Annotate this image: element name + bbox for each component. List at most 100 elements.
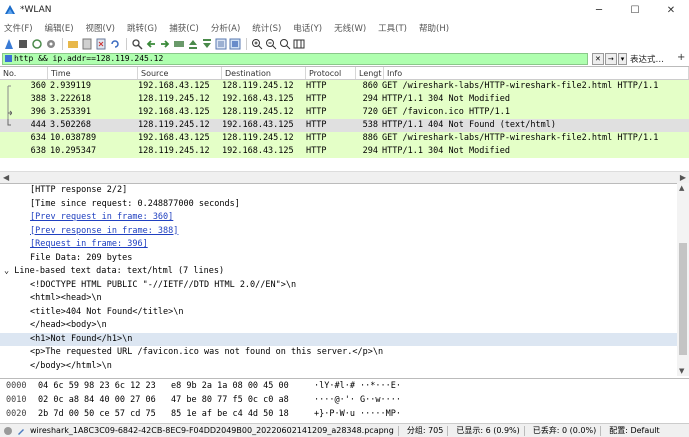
request-in-frame-link[interactable]: [Request in frame: 396] <box>30 239 148 249</box>
go-back-icon[interactable] <box>145 38 157 50</box>
last-packet-icon[interactable] <box>201 38 213 50</box>
packet-destination: 128.119.245.12 <box>222 81 294 91</box>
resize-columns-icon[interactable] <box>293 38 305 50</box>
expressions-button[interactable]: 表达式… <box>630 53 664 65</box>
detail-line[interactable]: [HTTP response 2/2] <box>0 184 689 198</box>
zoom-in-icon[interactable] <box>251 38 263 50</box>
prev-request-link[interactable]: [Prev request in frame: 360] <box>30 212 173 222</box>
close-button[interactable]: ✕ <box>653 0 689 20</box>
packet-length: 886 <box>362 133 378 143</box>
column-header-length[interactable]: Lengt <box>356 67 384 79</box>
bytes-row[interactable]: 0020 2b 7d 00 50 ce 57 cd 75 85 1e af be… <box>0 408 689 421</box>
bookmark-icon[interactable] <box>5 55 12 62</box>
packet-row[interactable]: 388 3.222618 128.119.245.12 192.168.43.1… <box>0 93 689 106</box>
column-header-time[interactable]: Time <box>48 67 138 79</box>
detail-link-line[interactable]: [Prev response in frame: 388] <box>0 225 689 239</box>
detail-line[interactable]: <title>404 Not Found</title>\n <box>0 306 689 320</box>
packet-row[interactable]: 396 3.253391 192.168.43.125 128.119.245.… <box>0 106 689 119</box>
menu-view[interactable]: 视图(V) <box>86 22 115 34</box>
detail-line[interactable]: </head><body>\n <box>0 319 689 333</box>
bytes-row[interactable]: 0010 02 0c a8 84 40 00 27 06 47 be 80 77… <box>0 394 689 407</box>
packet-row[interactable]: 634 10.038789 192.168.43.125 128.119.245… <box>0 132 689 145</box>
chevron-down-icon[interactable]: ⌄ <box>4 266 14 276</box>
detail-tree-node[interactable]: ⌄ Line-based text data: text/html (7 lin… <box>0 265 689 279</box>
stop-capture-icon[interactable] <box>17 38 29 50</box>
minimize-button[interactable]: ─ <box>581 0 617 20</box>
capture-options-icon[interactable] <box>45 38 57 50</box>
menu-capture[interactable]: 捕获(C) <box>169 22 199 34</box>
scroll-down-arrow-icon[interactable]: ▼ <box>679 367 684 375</box>
dropped-count: 已丢弃: 0 (0.0%) <box>532 426 597 435</box>
detail-line[interactable]: File Data: 209 bytes <box>0 252 689 266</box>
column-header-no[interactable]: No. <box>0 67 48 79</box>
packet-row[interactable]: 360 2.939119 192.168.43.125 128.119.245.… <box>0 80 689 93</box>
detail-link-line[interactable]: [Prev request in frame: 360] <box>0 211 689 225</box>
profile-selector[interactable]: 配置: Default <box>609 425 659 436</box>
capture-comment-icon[interactable] <box>16 426 26 436</box>
colorize-icon[interactable] <box>229 38 241 50</box>
normal-size-icon[interactable] <box>279 38 291 50</box>
detail-link-line[interactable]: [Request in frame: 396] <box>0 238 689 252</box>
open-file-icon[interactable] <box>67 38 79 50</box>
packet-length: 538 <box>362 120 378 130</box>
prev-response-link[interactable]: [Prev response in frame: 388] <box>30 226 178 236</box>
apply-filter-button[interactable]: → <box>604 53 617 65</box>
column-header-destination[interactable]: Destination <box>222 67 306 79</box>
column-header-protocol[interactable]: Protocol <box>306 67 356 79</box>
column-header-info[interactable]: Info <box>384 67 689 79</box>
close-file-icon[interactable] <box>95 38 107 50</box>
reload-file-icon[interactable] <box>109 38 121 50</box>
bytes-row[interactable]: 0000 04 6c 59 98 23 6c 12 23 e8 9b 2a 1a… <box>0 380 689 393</box>
bytes-ascii[interactable]: ·lY·#l·# ··*···E· <box>314 380 434 393</box>
expert-info-icon[interactable] <box>3 426 13 436</box>
packet-row[interactable]: 638 10.295347 128.119.245.12 192.168.43.… <box>0 145 689 158</box>
window-title: *WLAN <box>20 5 52 15</box>
go-forward-icon[interactable] <box>159 38 171 50</box>
bytes-ascii[interactable]: ····@·'· G··w···· <box>314 394 434 407</box>
menu-telephony[interactable]: 电话(Y) <box>293 22 322 34</box>
first-packet-icon[interactable] <box>187 38 199 50</box>
menu-edit[interactable]: 编辑(E) <box>45 22 74 34</box>
detail-line[interactable]: <p>The requested URL /favicon.ico was no… <box>0 346 689 360</box>
start-capture-icon[interactable] <box>3 38 15 50</box>
bytes-hex[interactable]: 04 6c 59 98 23 6c 12 23 e8 9b 2a 1a 08 0… <box>38 380 314 393</box>
scroll-right-arrow-icon[interactable]: ▶ <box>680 173 686 182</box>
maximize-button[interactable]: ☐ <box>617 0 653 20</box>
menu-file[interactable]: 文件(F) <box>4 22 33 34</box>
details-vertical-scrollbar[interactable]: ▲ ▼ <box>677 183 689 376</box>
recent-filters-dropdown[interactable]: ▾ <box>617 53 628 65</box>
zoom-out-icon[interactable] <box>265 38 277 50</box>
find-packet-icon[interactable] <box>131 38 143 50</box>
go-to-packet-icon[interactable] <box>173 38 185 50</box>
packet-row-selected[interactable]: 444 3.502268 128.119.245.12 192.168.43.1… <box>0 119 689 132</box>
menu-help[interactable]: 帮助(H) <box>419 22 449 34</box>
detail-line[interactable]: <html><head>\n <box>0 292 689 306</box>
restart-capture-icon[interactable] <box>31 38 43 50</box>
bytes-ascii[interactable]: +}·P·W·u ·····MP· <box>314 408 434 421</box>
packet-no: 634 <box>30 133 46 143</box>
scroll-up-arrow-icon[interactable]: ▲ <box>679 184 684 192</box>
save-file-icon[interactable] <box>81 38 93 50</box>
bytes-hex[interactable]: 2b 7d 00 50 ce 57 cd 75 85 1e af be c4 4… <box>38 408 314 421</box>
bytes-hex[interactable]: 02 0c a8 84 40 00 27 06 47 be 80 77 f5 0… <box>38 394 314 407</box>
detail-line[interactable]: </body></html>\n <box>0 360 689 374</box>
scroll-left-arrow-icon[interactable]: ◀ <box>3 173 9 182</box>
detail-line[interactable]: [Time since request: 0.248877000 seconds… <box>0 198 689 212</box>
display-filter-input[interactable]: http && ip.addr==128.119.245.12 <box>2 53 588 65</box>
capture-file-name: wireshark_1A8C3C09-6842-42CB-8EC9-F04DD2… <box>30 426 394 435</box>
menu-statistics[interactable]: 统计(S) <box>252 22 281 34</box>
clear-filter-button[interactable]: ✕ <box>592 53 604 65</box>
add-filter-button[interactable]: + <box>677 52 685 63</box>
autoscroll-icon[interactable] <box>215 38 227 50</box>
menu-go[interactable]: 跳转(G) <box>127 22 157 34</box>
packet-list-horizontal-scrollbar[interactable]: ◀ ▶ <box>0 171 689 183</box>
menu-analyze[interactable]: 分析(A) <box>211 22 240 34</box>
detail-line-selected[interactable]: <h1>Not Found</h1>\n <box>0 332 689 346</box>
detail-line[interactable]: <!DOCTYPE HTML PUBLIC "-//IETF//DTD HTML… <box>0 279 689 293</box>
packet-length: 294 <box>362 146 378 156</box>
scrollbar-thumb[interactable] <box>679 243 687 355</box>
column-header-source[interactable]: Source <box>138 67 222 79</box>
menu-wireless[interactable]: 无线(W) <box>334 22 366 34</box>
menu-tools[interactable]: 工具(T) <box>378 22 407 34</box>
packet-no: 638 <box>30 146 46 156</box>
